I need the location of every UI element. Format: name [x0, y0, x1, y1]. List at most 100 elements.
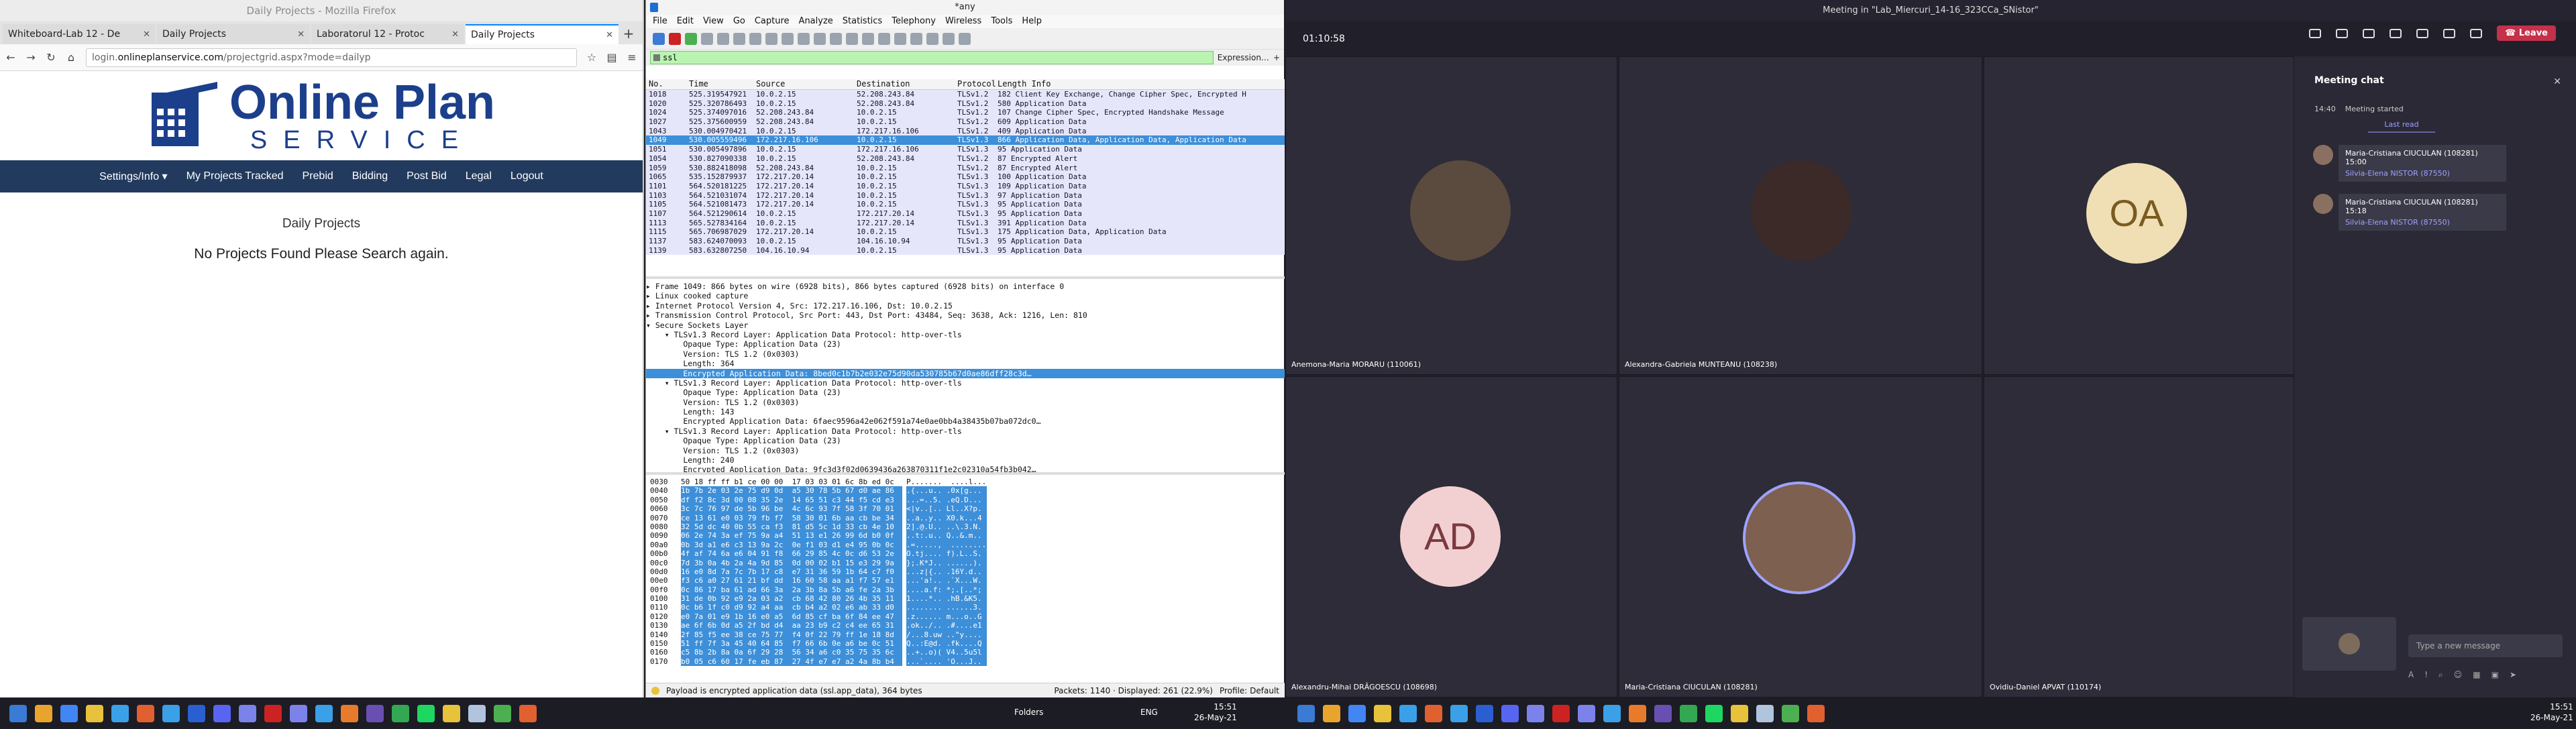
col-destination[interactable]: Destination: [857, 79, 957, 89]
colorize-icon[interactable]: [894, 32, 906, 45]
menu-item-telephony[interactable]: Telephony: [892, 15, 936, 28]
send-icon[interactable]: ➤: [2510, 670, 2516, 680]
taskbar-app-icon[interactable]: [1578, 704, 1595, 722]
new-tab-icon[interactable]: +: [620, 24, 637, 44]
taskbar-app-icon[interactable]: [111, 704, 129, 722]
packet-row[interactable]: 1107 564.521290614 10.0.2.15 172.217.20.14 T…: [646, 209, 1285, 219]
participant-tile[interactable]: AD Alexandru-Mihai DRĂGOESCU (108698): [1285, 376, 1617, 697]
detail-line[interactable]: ▸ Internet Protocol Version 4, Src: 172.…: [646, 301, 1285, 311]
menu-item-statistics[interactable]: Statistics: [843, 15, 882, 28]
zoom-in-icon[interactable]: [910, 32, 922, 45]
menu-item-go[interactable]: Go: [733, 15, 745, 28]
taskbar-app-icon[interactable]: [417, 704, 435, 722]
zoom-out-icon[interactable]: [926, 32, 938, 45]
browser-tab[interactable]: Laboratorul 12 - Protoc ✕: [311, 24, 464, 44]
clock-left[interactable]: 15:51 26-May-21: [1194, 702, 1237, 723]
taskbar-app-icon[interactable]: [137, 704, 154, 722]
detail-line[interactable]: Length: 364: [646, 359, 1285, 368]
nav-logout[interactable]: Logout: [511, 170, 543, 182]
participant-tile[interactable]: Anemona-Maria MORARU (110061): [1285, 56, 1617, 375]
detail-line[interactable]: ▾ TLSv1.3 Record Layer: Application Data…: [646, 330, 1285, 339]
taskbar-app-icon[interactable]: [1603, 704, 1621, 722]
packet-row[interactable]: 1020 525.320786493 10.0.2.15 52.208.243.84 T…: [646, 99, 1285, 109]
status-profile[interactable]: Profile: Default: [1220, 686, 1279, 695]
taskbar-app-icon[interactable]: [1680, 704, 1697, 722]
nav-post-bid[interactable]: Post Bid: [407, 170, 447, 182]
packet-row[interactable]: 1059 530.882418098 52.208.243.84 10.0.2.15 T…: [646, 163, 1285, 173]
nav-bidding[interactable]: Bidding: [352, 170, 388, 182]
detail-line[interactable]: ▸ Transmission Control Protocol, Src Por…: [646, 311, 1285, 320]
self-video-preview[interactable]: [2302, 617, 2396, 671]
packet-row[interactable]: 1103 564.521031074 172.217.20.14 10.0.2.15 T…: [646, 190, 1285, 201]
taskbar-app-icon[interactable]: [1374, 704, 1391, 722]
taskbar-app-icon[interactable]: [239, 704, 256, 722]
detail-line[interactable]: Opaque Type: Application Data (23): [646, 388, 1285, 397]
taskbar-app-icon[interactable]: [1731, 704, 1748, 722]
bytes-line[interactable]: 0140 2f 85 f5 ee 38 ce 75 77 f4 0f 22 79 …: [650, 630, 1285, 640]
taskbar-app-icon[interactable]: [315, 704, 333, 722]
detail-line[interactable]: ▾ TLSv1.3 Record Layer: Application Data…: [646, 378, 1285, 388]
zoom-normal-icon[interactable]: [943, 32, 955, 45]
restart-capture-icon[interactable]: [685, 32, 697, 45]
open-file-icon[interactable]: [717, 32, 729, 45]
resize-columns-icon[interactable]: [959, 32, 971, 45]
folders-toolbar[interactable]: Folders: [1014, 707, 1043, 718]
detail-line[interactable]: Version: TLS 1.2 (0x0303): [646, 446, 1285, 455]
reactions-icon[interactable]: [2363, 28, 2375, 38]
bytes-line[interactable]: 00a0 0b 3d a1 e6 c3 13 9a 2c 0e f1 03 d1 …: [650, 540, 1285, 550]
taskbar-app-icon[interactable]: [1348, 704, 1366, 722]
browser-tab[interactable]: Whiteboard-Lab 12 - De ✕: [3, 24, 156, 44]
taskbar-app-icon[interactable]: [1476, 704, 1493, 722]
save-file-icon[interactable]: [733, 32, 745, 45]
more-actions-icon[interactable]: [2390, 28, 2402, 38]
taskbar-app-icon[interactable]: [1654, 704, 1672, 722]
nav-my-projects-tracked[interactable]: My Projects Tracked: [186, 170, 284, 182]
packet-row[interactable]: 1139 583.632807250 104.16.10.94 10.0.2.15 TL…: [646, 245, 1285, 256]
participant-tile[interactable]: Ovidiu-Daniel APVAT (110174): [1984, 376, 2294, 697]
detail-line[interactable]: ▾ Secure Sockets Layer: [646, 321, 1285, 330]
library-icon[interactable]: ▤: [606, 51, 617, 64]
reload-file-icon[interactable]: [765, 32, 777, 45]
taskbar-app-icon[interactable]: [1425, 704, 1442, 722]
microphone-icon[interactable]: [2443, 28, 2456, 38]
detail-line[interactable]: Opaque Type: Application Data (23): [646, 436, 1285, 445]
bytes-line[interactable]: 0060 3c 7c 76 97 de 5b 96 be 4c 6c 93 7f …: [650, 504, 1285, 514]
chat-icon[interactable]: [2336, 28, 2349, 38]
attach-icon[interactable]: ⌕: [2438, 670, 2443, 680]
taskbar-app-icon[interactable]: [468, 704, 486, 722]
packet-row[interactable]: 1115 565.706987029 172.217.20.14 10.0.2.15 T…: [646, 227, 1285, 237]
packet-row[interactable]: 1113 565.527834164 10.0.2.15 172.217.20.14 T…: [646, 218, 1285, 228]
gif-icon[interactable]: ▦: [2473, 670, 2480, 680]
detail-line[interactable]: Version: TLS 1.2 (0x0303): [646, 349, 1285, 359]
taskbar-app-icon[interactable]: [264, 704, 282, 722]
chat-message[interactable]: Maria-Cristiana CIUCULAN (108281) 15:18 …: [2313, 194, 2556, 231]
taskbar-app-icon[interactable]: [1323, 704, 1340, 722]
taskbar-app-icon[interactable]: [213, 704, 231, 722]
bytes-line[interactable]: 0170 b0 05 c6 60 17 fe eb 87 27 4f e7 e7 …: [650, 657, 1285, 667]
bytes-line[interactable]: 0100 31 de 0b 92 e9 2a 03 a2 cb 68 42 80 …: [650, 594, 1285, 604]
detail-line[interactable]: Opaque Type: Application Data (23): [646, 339, 1285, 349]
close-tab-icon[interactable]: ✕: [451, 30, 459, 40]
participant-tile[interactable]: OA: [1984, 56, 2294, 375]
taskbar-app-icon[interactable]: [494, 704, 511, 722]
detail-line[interactable]: Length: 143: [646, 407, 1285, 416]
taskbar-app-icon[interactable]: [1705, 704, 1723, 722]
packet-row[interactable]: 1018 525.319547921 10.0.2.15 52.208.243.84 T…: [646, 90, 1285, 99]
bytes-line[interactable]: 0050 df f2 8c 3d 00 08 35 2e 14 65 51 c3 …: [650, 495, 1285, 505]
taskbar-app-icon[interactable]: [1527, 704, 1544, 722]
capture-options-icon[interactable]: [701, 32, 713, 45]
detail-line[interactable]: Encrypted Application Data: 6faec9596a42…: [646, 416, 1285, 426]
taskbar-app-icon[interactable]: [290, 704, 307, 722]
nav-prebid[interactable]: Prebid: [303, 170, 333, 182]
taskbar-app-icon[interactable]: [1501, 704, 1519, 722]
start-capture-icon[interactable]: [653, 32, 665, 45]
last-packet-icon[interactable]: [862, 32, 874, 45]
taskbar-app-icon[interactable]: [1807, 704, 1825, 722]
detail-line[interactable]: ▾ TLSv1.3 Record Layer: Application Data…: [646, 427, 1285, 436]
menu-item-tools[interactable]: Tools: [991, 15, 1012, 28]
reload-icon[interactable]: ↻: [46, 51, 56, 64]
chat-message-input[interactable]: Type a new message: [2408, 634, 2563, 657]
col-length-info[interactable]: Length Info: [998, 79, 1285, 89]
packet-row[interactable]: 1027 525.375600959 52.208.243.84 10.0.2.15 T…: [646, 117, 1285, 127]
bytes-line[interactable]: 00b0 4f af 74 6a e6 04 91 f8 66 29 85 4c …: [650, 549, 1285, 559]
